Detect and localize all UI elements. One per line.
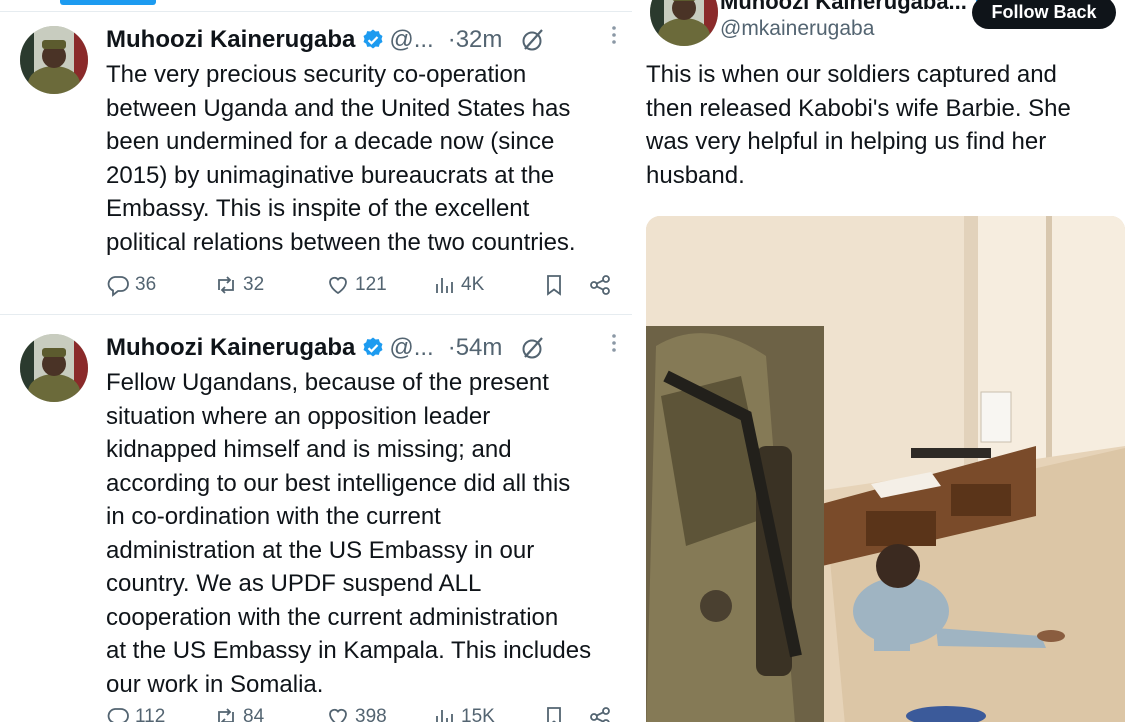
- timestamp[interactable]: ·54m: [448, 334, 503, 362]
- share-icon: [590, 707, 610, 722]
- tweet-text-line: country. We as UPDF suspend ALL: [106, 570, 482, 597]
- post-text-line: was very helpful in helping us find her: [646, 128, 1047, 155]
- right-post: Muhoozi Kainerugaba... @mkainerugaba Fol…: [632, 0, 1125, 722]
- views-count: 15K: [461, 706, 495, 722]
- like-count: 121: [355, 274, 387, 295]
- left-feed: Muhoozi Kainerugaba @... ·32m The very p…: [0, 0, 632, 722]
- views-icon: [436, 710, 453, 722]
- follow-back-button[interactable]: Follow Back: [972, 0, 1116, 29]
- tweet-text: Fellow Ugandans, because of the present …: [106, 366, 631, 701]
- share-button[interactable]: [588, 702, 612, 722]
- bookmark-button[interactable]: [542, 270, 566, 300]
- post-photo[interactable]: [646, 216, 1125, 722]
- avatar[interactable]: [650, 0, 718, 46]
- tweet-text-line: 2015) by unimaginative bureaucrats at th…: [106, 161, 555, 189]
- post-text-line: husband.: [646, 161, 745, 189]
- reply-count: 112: [135, 706, 166, 722]
- post-text-line: This is when our soldiers captured and: [646, 61, 1057, 88]
- views-icon: [436, 278, 453, 293]
- more-icon[interactable]: [610, 22, 618, 48]
- like-button[interactable]: 121: [326, 270, 387, 300]
- repost-icon: [218, 708, 234, 722]
- avatar[interactable]: [20, 334, 88, 402]
- heart-icon: [329, 708, 347, 722]
- author-handle[interactable]: @mkainerugaba: [720, 17, 874, 41]
- tweet-text-line: at the US Embassy in Kampala. This inclu…: [106, 637, 592, 664]
- grok-icon[interactable]: [520, 335, 546, 361]
- tweet-text-line: our work in Somalia.: [106, 670, 324, 698]
- tweet-text-line: been undermined for a decade now (since: [106, 128, 555, 155]
- tweet-text-line: administration at the US Embassy in our: [106, 536, 535, 564]
- reply-icon: [107, 708, 129, 722]
- reply-icon: [107, 276, 129, 297]
- repost-count: 84: [243, 706, 265, 722]
- tweet-text-line: in co-ordination with the current: [106, 503, 441, 530]
- divider: [0, 314, 632, 315]
- reply-button[interactable]: 112: [106, 702, 165, 722]
- repost-count: 32: [243, 274, 265, 295]
- more-icon[interactable]: [610, 330, 618, 356]
- tweet-text-line: kidnapped himself and is missing; and: [106, 436, 512, 463]
- grok-icon[interactable]: [520, 27, 546, 53]
- tweet-text-line: The very precious security co-operation: [106, 61, 527, 88]
- reply-count: 36: [135, 274, 157, 295]
- tweet-text-line: between Uganda and the United States has: [106, 94, 571, 122]
- tweet-text-line: Fellow Ugandans, because of the present: [106, 369, 549, 396]
- tweet-text-line: Embassy. This is inspite of the excellen…: [106, 195, 530, 222]
- tweet-text-line: cooperation with the current administrat…: [106, 603, 559, 631]
- views-count: 4K: [461, 274, 485, 295]
- verified-badge-icon: [361, 336, 385, 360]
- verified-badge-icon: [361, 28, 385, 52]
- tweet-header: Muhoozi Kainerugaba @... ·32m: [106, 24, 626, 56]
- like-button[interactable]: 398: [326, 702, 387, 722]
- tweet-header: Muhoozi Kainerugaba @... ·54m: [106, 332, 626, 364]
- repost-button[interactable]: 84: [214, 702, 264, 722]
- views-button[interactable]: 15K: [432, 702, 495, 722]
- share-icon: [590, 275, 610, 295]
- author-name-row: Muhoozi Kainerugaba...: [720, 0, 999, 15]
- heart-icon: [329, 276, 347, 295]
- post-text: This is when our soldiers captured and t…: [646, 58, 1121, 192]
- post-text-line: then released Kabobi's wife Barbie. She: [646, 94, 1071, 122]
- tweet-text-line: according to our best intelligence did a…: [106, 469, 571, 497]
- tweet-text-line: political relations between the two coun…: [106, 228, 576, 256]
- author-name[interactable]: Muhoozi Kainerugaba: [106, 26, 355, 54]
- author-handle[interactable]: @...: [389, 26, 433, 54]
- author-name[interactable]: Muhoozi Kainerugaba...: [720, 0, 967, 15]
- tweet-actions: 112 84 398 15K: [106, 702, 626, 722]
- bookmark-icon: [547, 275, 561, 296]
- views-button[interactable]: 4K: [432, 270, 484, 300]
- divider: [0, 11, 632, 12]
- author-handle[interactable]: @...: [389, 334, 433, 362]
- repost-icon: [218, 276, 234, 294]
- active-tab-indicator: [60, 0, 156, 5]
- tweet-text-line: situation where an opposition leader: [106, 402, 491, 430]
- avatar[interactable]: [20, 26, 88, 94]
- bookmark-icon: [547, 707, 561, 722]
- timestamp[interactable]: ·32m: [448, 26, 503, 54]
- repost-button[interactable]: 32: [214, 270, 264, 300]
- bookmark-button[interactable]: [542, 702, 566, 722]
- author-name[interactable]: Muhoozi Kainerugaba: [106, 334, 355, 362]
- like-count: 398: [355, 706, 387, 722]
- tweet-text: The very precious security co-operation …: [106, 58, 631, 259]
- tweet-actions: 36 32 121 4K: [106, 270, 626, 300]
- share-button[interactable]: [588, 270, 612, 300]
- reply-button[interactable]: 36: [106, 270, 156, 300]
